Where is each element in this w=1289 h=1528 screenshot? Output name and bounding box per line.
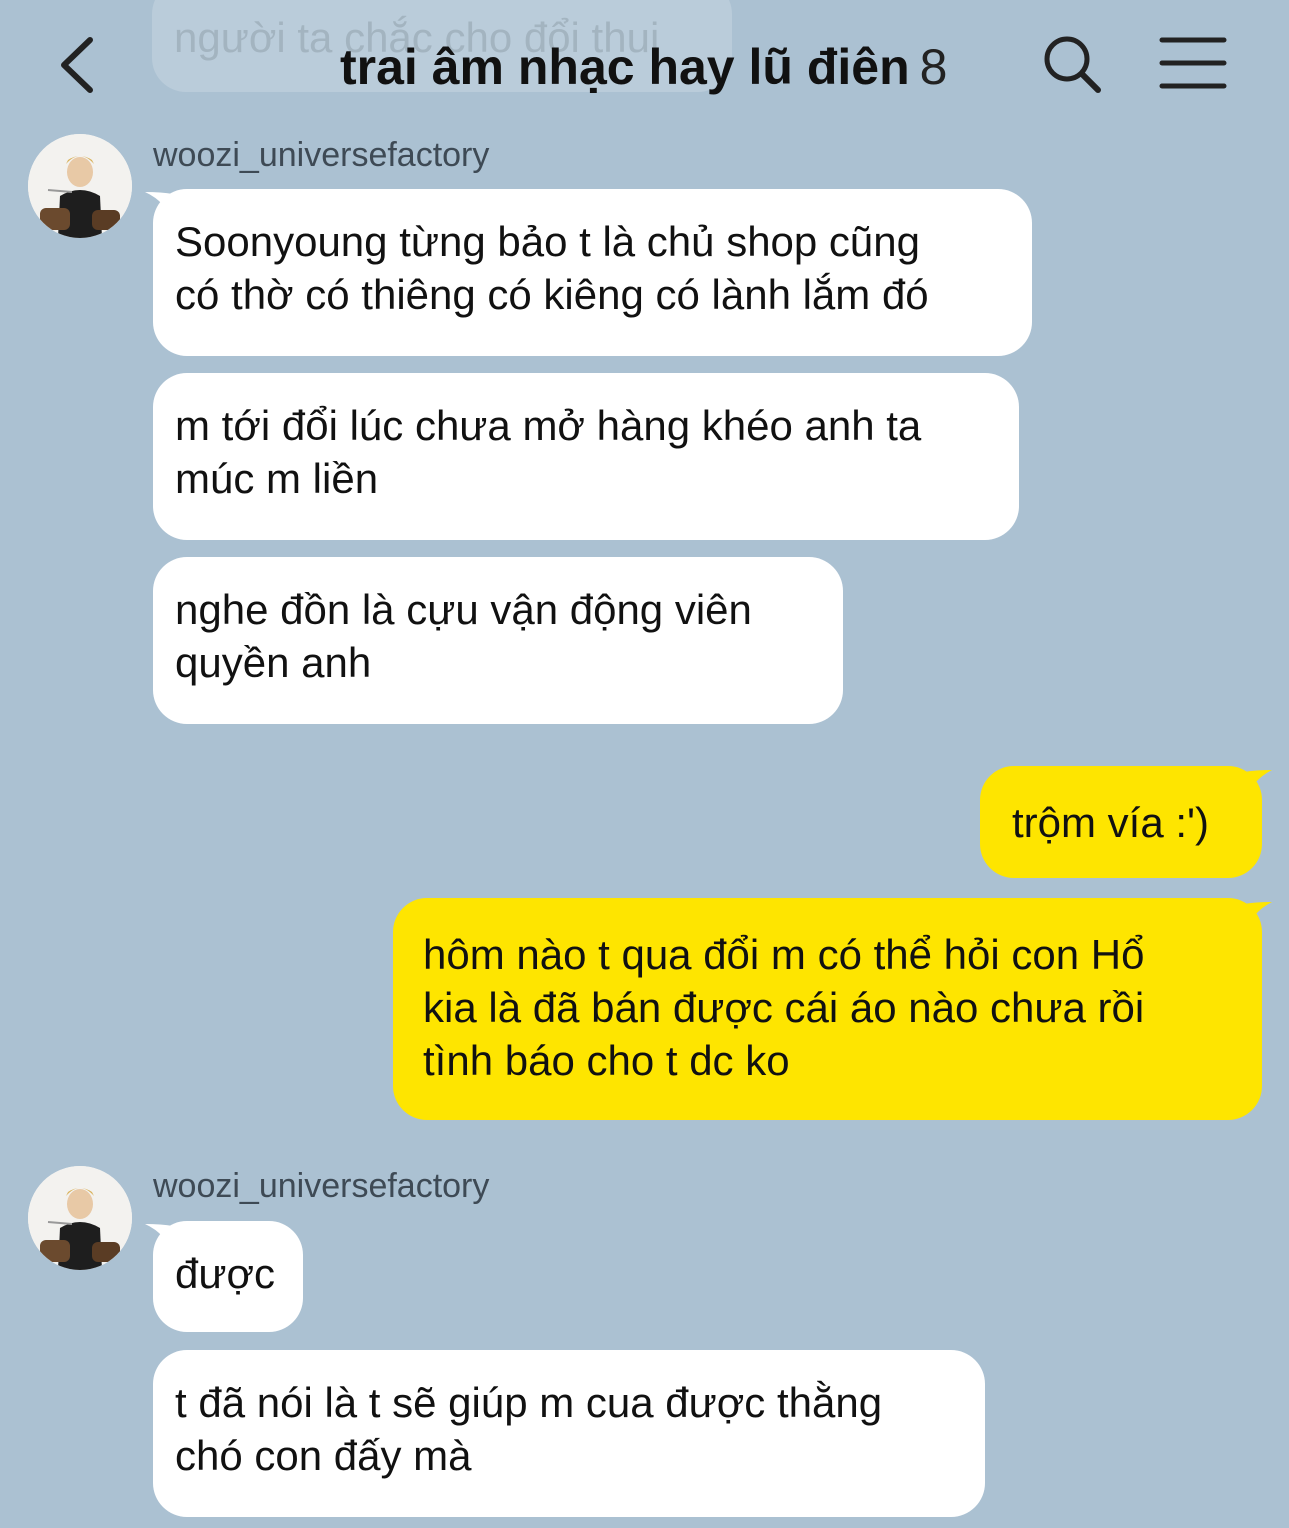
message-bubble[interactable]: Soonyoung từng bảo t là chủ shop cũng có… — [153, 189, 1032, 356]
chevron-left-icon — [61, 37, 93, 93]
profile-photo-icon — [28, 134, 132, 238]
message-bubble[interactable]: nghe đồn là cựu vận động viên quyền anh — [153, 557, 843, 724]
message-bubble[interactable]: trộm vía :') — [980, 766, 1262, 878]
message-text-line: Soonyoung từng bảo t là chủ shop cũng — [175, 218, 921, 265]
message-text-line: hôm nào t qua đổi m có thể hỏi con Hổ — [423, 931, 1145, 978]
message-text-line: tình báo cho t dc ko — [423, 1037, 790, 1084]
menu-button[interactable] — [1158, 34, 1228, 92]
message-text-line: chó con đấy mà — [175, 1432, 472, 1479]
hamburger-menu-icon — [1159, 37, 1227, 89]
message-bubble[interactable]: được — [153, 1221, 303, 1332]
message-text-line: kia là đã bán được cái áo nào chưa rồi — [423, 984, 1145, 1031]
back-button[interactable] — [52, 30, 112, 100]
search-button[interactable] — [1040, 32, 1104, 96]
chat-title-text: trai âm nhạc hay lũ điên — [340, 39, 910, 95]
sender-name: woozi_universefactory — [153, 1167, 490, 1205]
message-text-line: nghe đồn là cựu vận động viên — [175, 586, 752, 633]
message-text-line: có thờ có thiêng có kiêng có lành lắm đó — [175, 271, 929, 318]
search-icon — [1044, 36, 1101, 93]
message-bubble[interactable]: hôm nào t qua đổi m có thể hỏi con Hổ ki… — [393, 898, 1262, 1120]
message-text-line: t đã nói là t sẽ giúp m cua được thằng — [175, 1379, 883, 1426]
member-count: 8 — [919, 39, 948, 95]
chat-header: người ta chắc cho đổi thui trai âm nhạc … — [0, 0, 1289, 130]
avatar[interactable] — [28, 1166, 132, 1270]
message-bubble[interactable]: t đã nói là t sẽ giúp m cua được thằng c… — [153, 1350, 985, 1517]
avatar[interactable] — [28, 134, 132, 238]
message-text-line: trộm vía :') — [1012, 799, 1210, 846]
message-text-line: m tới đổi lúc chưa mở hàng khéo anh ta — [175, 402, 922, 449]
message-text-line: quyền anh — [175, 639, 372, 686]
chat-title: trai âm nhạc hay lũ điên 8 — [340, 37, 947, 97]
sender-name: woozi_universefactory — [153, 136, 490, 174]
profile-photo-icon — [28, 1166, 132, 1270]
message-text-line: múc m liền — [175, 455, 379, 502]
message-bubble[interactable]: m tới đổi lúc chưa mở hàng khéo anh ta m… — [153, 373, 1019, 540]
message-text-line: được — [175, 1250, 276, 1297]
